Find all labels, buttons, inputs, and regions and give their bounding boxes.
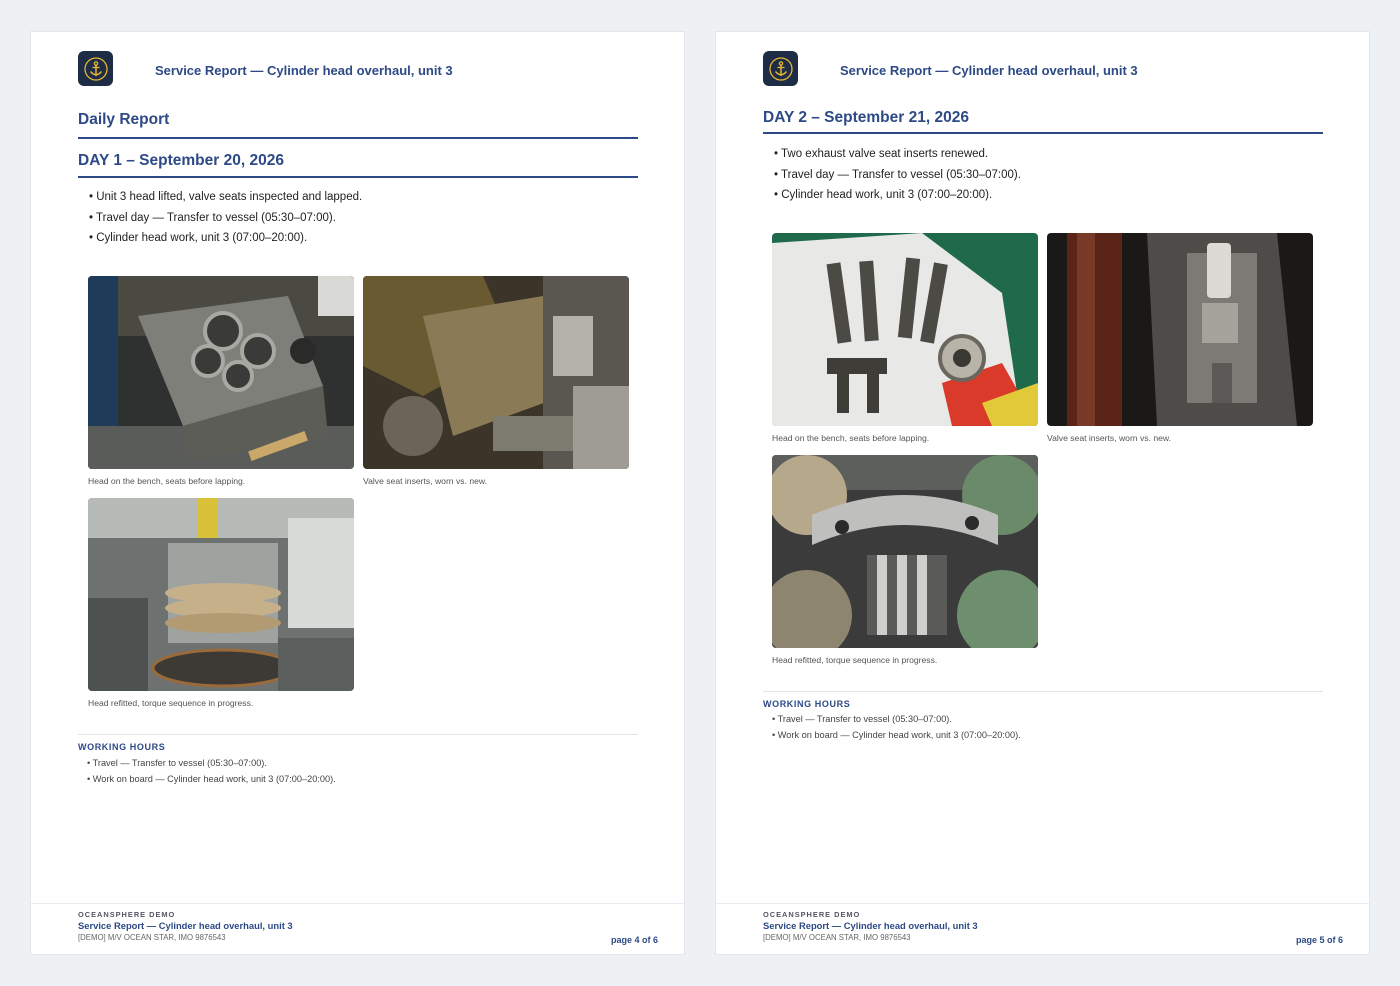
company-logo [763, 51, 798, 86]
header-title: Service Report — Cylinder head overhaul,… [155, 63, 453, 78]
working-hours-list: Travel — Transfer to vessel (05:30–07:00… [772, 712, 1021, 743]
photo-head-on-bench [88, 276, 354, 469]
photo-caption: Head on the bench, seats before lapping. [772, 433, 930, 443]
footer-vessel: [DEMO] M/V OCEAN STAR, IMO 9876543 [763, 933, 911, 942]
footer-company: OCEANSPHERE DEMO [78, 910, 176, 919]
footer-company: OCEANSPHERE DEMO [763, 910, 861, 919]
photo-caption: Head on the bench, seats before lapping. [88, 476, 246, 486]
day-heading: DAY 2 – September 21, 2026 [763, 109, 969, 126]
day-rule [78, 176, 638, 178]
working-hours-title: WORKING HOURS [763, 699, 851, 709]
photo-head-refitted [772, 455, 1038, 648]
list-item: Travel day — Transfer to vessel (05:30–0… [774, 165, 1021, 186]
divider [763, 691, 1323, 692]
footer-title: Service Report — Cylinder head overhaul,… [78, 920, 293, 931]
list-item: Two exhaust valve seat inserts renewed. [774, 144, 1021, 165]
footer-vessel: [DEMO] M/V OCEAN STAR, IMO 9876543 [78, 933, 226, 942]
page-number: page 4 of 6 [610, 935, 658, 945]
report-page-5: Service Report — Cylinder head overhaul,… [716, 32, 1369, 954]
working-hours-list: Travel — Transfer to vessel (05:30–07:00… [87, 756, 336, 787]
day-heading: DAY 1 – September 20, 2026 [78, 152, 284, 169]
footer-divider [31, 903, 684, 904]
report-page-4: Service Report — Cylinder head overhaul,… [31, 32, 684, 954]
page-number: page 5 of 6 [1295, 935, 1343, 945]
photo-caption: Valve seat inserts, worn vs. new. [1047, 433, 1172, 443]
anchor-icon [768, 56, 793, 81]
photo-valve-seat-inserts [1047, 233, 1313, 426]
list-item: Travel — Transfer to vessel (05:30–07:00… [772, 712, 1021, 728]
list-item: Cylinder head work, unit 3 (07:00–20:00)… [89, 228, 362, 249]
section-heading: Daily Report [78, 111, 170, 128]
anchor-icon [83, 56, 108, 81]
working-hours-title: WORKING HOURS [78, 742, 166, 752]
section-rule [78, 137, 638, 139]
footer-divider [716, 903, 1369, 904]
footer-title: Service Report — Cylinder head overhaul,… [763, 920, 978, 931]
photo-caption: Head refitted, torque sequence in progre… [772, 655, 938, 665]
list-item: Travel — Transfer to vessel (05:30–07:00… [87, 756, 336, 772]
list-item: Unit 3 head lifted, valve seats inspecte… [89, 187, 362, 208]
list-item: Cylinder head work, unit 3 (07:00–20:00)… [774, 185, 1021, 206]
photo-caption: Valve seat inserts, worn vs. new. [363, 476, 488, 486]
list-item: Travel day — Transfer to vessel (05:30–0… [89, 208, 362, 229]
company-logo [78, 51, 113, 86]
day-rule [763, 132, 1323, 134]
day-summary-list: Unit 3 head lifted, valve seats inspecte… [89, 187, 362, 249]
photo-valve-seat-inserts [363, 276, 629, 469]
list-item: Work on board — Cylinder head work, unit… [87, 772, 336, 788]
header-title: Service Report — Cylinder head overhaul,… [840, 63, 1138, 78]
photo-head-refitted [88, 498, 354, 691]
photo-head-on-bench [772, 233, 1038, 426]
divider [78, 734, 638, 735]
day-summary-list: Two exhaust valve seat inserts renewed. … [774, 144, 1021, 206]
photo-caption: Head refitted, torque sequence in progre… [88, 698, 254, 708]
list-item: Work on board — Cylinder head work, unit… [772, 728, 1021, 744]
